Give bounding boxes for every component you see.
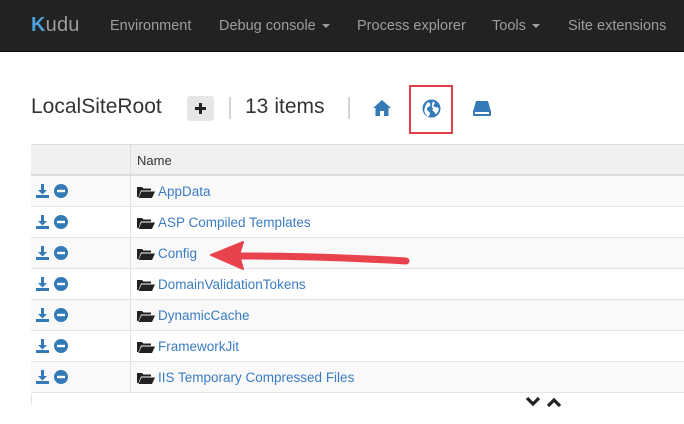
table-header: Name (31, 144, 684, 176)
page-title: LocalSiteRoot (31, 95, 162, 118)
download-icon[interactable] (36, 184, 49, 198)
folder-link[interactable]: FrameworkJit (158, 339, 239, 354)
delete-icon[interactable] (54, 184, 68, 198)
delete-icon[interactable] (54, 339, 68, 353)
kudu-logo[interactable]: Kudu (31, 14, 80, 37)
folder-open-icon (137, 311, 155, 322)
delete-icon[interactable] (54, 246, 68, 260)
annotation-arrow (210, 241, 410, 270)
divider (348, 97, 350, 119)
table-row: IIS Temporary Compressed Files (31, 362, 684, 393)
folder-link[interactable]: DomainValidationTokens (158, 277, 306, 292)
column-header-name[interactable]: Name (137, 153, 172, 168)
download-icon[interactable] (36, 215, 49, 229)
item-count: 13 items (245, 95, 325, 118)
nav-debug-console[interactable]: Debug console (219, 18, 330, 34)
folder-open-icon (137, 342, 155, 353)
delete-icon[interactable] (54, 308, 68, 322)
delete-icon[interactable] (54, 215, 68, 229)
download-icon[interactable] (36, 308, 49, 322)
caret-down-icon (531, 24, 540, 29)
caret-down-icon (321, 24, 330, 29)
nav-site-extensions[interactable]: Site extensions (568, 18, 666, 34)
table-row: ASP Compiled Templates (31, 207, 684, 238)
download-icon[interactable] (36, 339, 49, 353)
nav-environment[interactable]: Environment (110, 18, 191, 34)
download-icon[interactable] (36, 370, 49, 384)
folder-open-icon (137, 218, 155, 229)
download-icon[interactable] (36, 277, 49, 291)
table-row: FrameworkJit (31, 331, 684, 362)
delete-icon[interactable] (54, 370, 68, 384)
folder-open-icon (137, 187, 155, 198)
drive-icon[interactable] (472, 99, 492, 117)
globe-icon[interactable] (422, 99, 441, 118)
folder-link[interactable]: ASP Compiled Templates (158, 215, 311, 230)
folder-link[interactable]: IIS Temporary Compressed Files (158, 370, 354, 385)
folder-open-icon (137, 249, 155, 260)
top-navbar: Kudu Environment Debug console Process e… (0, 0, 684, 52)
folder-link[interactable]: Config (158, 246, 197, 261)
nav-tools[interactable]: Tools (492, 18, 540, 34)
download-icon[interactable] (36, 246, 49, 260)
chevron-down-icon[interactable] (525, 396, 541, 408)
folder-link[interactable]: AppData (158, 184, 211, 199)
folder-open-icon (137, 280, 155, 291)
home-icon[interactable] (372, 99, 392, 117)
folder-link[interactable]: DynamicCache (158, 308, 250, 323)
nav-process-explorer[interactable]: Process explorer (357, 18, 466, 34)
chevron-up-icon[interactable] (546, 396, 562, 408)
delete-icon[interactable] (54, 277, 68, 291)
divider (229, 97, 231, 119)
table-row: AppData (31, 176, 684, 207)
folder-open-icon (137, 373, 155, 384)
plus-icon[interactable] (187, 96, 214, 121)
table-row: DynamicCache (31, 300, 684, 331)
